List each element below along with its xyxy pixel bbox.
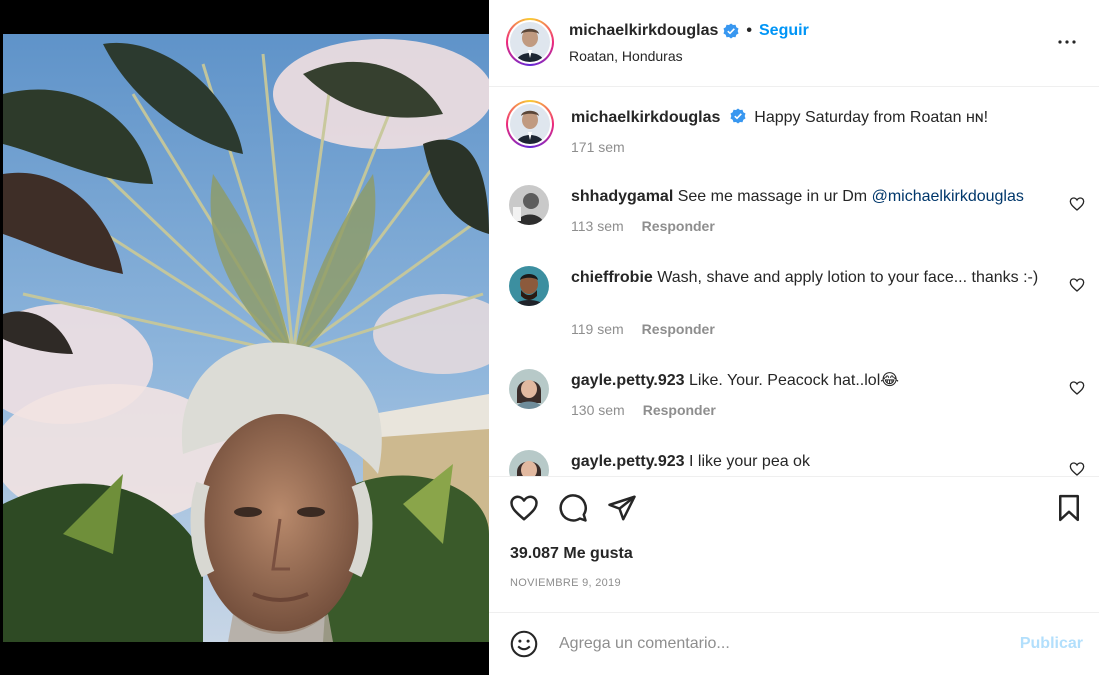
publish-button[interactable]: Publicar	[1020, 635, 1083, 653]
comment-like-heart-icon[interactable]	[1069, 380, 1085, 396]
caption-avatar[interactable]	[506, 100, 554, 148]
caption-text: Happy Saturday from Roatan ʜɴ!	[754, 109, 989, 126]
reply-button[interactable]: Responder	[643, 402, 716, 418]
comment-like-heart-icon[interactable]	[1069, 196, 1085, 212]
comment-text-block: shhadygamal See me massage in ur Dm @mic…	[571, 185, 1051, 208]
paper-plane-icon[interactable]	[607, 493, 637, 523]
author-avatar[interactable]	[506, 18, 554, 66]
add-comment-bar: Publicar	[489, 612, 1099, 675]
header-user-line: michaelkirkdouglas • Seguir	[569, 22, 809, 40]
follow-button[interactable]: Seguir	[759, 22, 809, 40]
comment-item: gayle.petty.923 Like. Your. Peacock hat.…	[489, 357, 1099, 437]
verified-badge-icon	[723, 23, 739, 39]
commenter-avatar[interactable]	[509, 450, 549, 476]
comment-username[interactable]: shhadygamal	[571, 188, 673, 205]
post-photo	[3, 34, 489, 642]
caption-meta: 171 sem	[571, 139, 625, 155]
smiley-emoji-icon[interactable]	[510, 630, 538, 658]
comment-time[interactable]: 113 sem	[571, 218, 624, 234]
comment-username[interactable]: chieffrobie	[571, 269, 653, 286]
post-date[interactable]: NOVIEMBRE 9, 2019	[510, 577, 621, 589]
post-header: michaelkirkdouglas • Seguir Roatan, Hond…	[489, 0, 1099, 87]
caption-username[interactable]: michaelkirkdouglas	[571, 109, 720, 126]
commenter-avatar[interactable]	[509, 185, 549, 225]
reply-button[interactable]: Responder	[642, 218, 715, 234]
post-actions: 39.087 Me gusta NOVIEMBRE 9, 2019	[489, 476, 1099, 612]
comment-meta: 119 sem Responder	[571, 321, 715, 337]
comment-like-heart-icon[interactable]	[1069, 277, 1085, 293]
comment-item: gayle.petty.923 I like your pea ok	[489, 438, 1099, 476]
reply-button[interactable]: Responder	[642, 321, 715, 337]
comment-bubble-icon[interactable]	[558, 493, 588, 523]
comment-username[interactable]: gayle.petty.923	[571, 453, 685, 470]
comment-item: shhadygamal See me massage in ur Dm @mic…	[489, 173, 1099, 253]
comment-meta: 113 sem Responder	[571, 218, 715, 234]
comment-input[interactable]	[559, 629, 999, 659]
caption-text-block: michaelkirkdouglas Happy Saturday from R…	[571, 106, 1051, 129]
comment-time[interactable]: 130 sem	[571, 402, 625, 418]
comment-text: Wash, shave and apply lotion to your fac…	[657, 269, 1039, 286]
more-horizontal-icon[interactable]	[1055, 30, 1079, 54]
post-media	[0, 0, 489, 675]
caption-time[interactable]: 171 sem	[571, 139, 625, 155]
comment-time[interactable]: 119 sem	[571, 321, 624, 337]
comment-text: Like. Your. Peacock hat..lol😂	[689, 372, 899, 389]
caption-item: michaelkirkdouglas Happy Saturday from R…	[489, 88, 1099, 168]
comment-text-block: gayle.petty.923 I like your pea ok	[571, 450, 1051, 473]
commenter-avatar[interactable]	[509, 266, 549, 306]
commenter-avatar[interactable]	[509, 369, 549, 409]
heart-icon[interactable]	[509, 493, 539, 523]
comment-text: See me massage in ur Dm	[677, 188, 872, 205]
comment-meta: 130 sem Responder	[571, 402, 716, 418]
comment-username[interactable]: gayle.petty.923	[571, 372, 685, 389]
comments-list[interactable]: michaelkirkdouglas Happy Saturday from R…	[489, 88, 1099, 476]
comment-item: chieffrobie Wash, shave and apply lotion…	[489, 254, 1099, 354]
comment-text-block: chieffrobie Wash, shave and apply lotion…	[571, 266, 1051, 289]
separator-dot: •	[746, 22, 752, 39]
post-location[interactable]: Roatan, Honduras	[569, 48, 683, 64]
post-sidebar: michaelkirkdouglas • Seguir Roatan, Hond…	[489, 0, 1099, 675]
bookmark-icon[interactable]	[1054, 493, 1084, 523]
verified-badge-icon	[730, 108, 746, 124]
likes-count[interactable]: 39.087 Me gusta	[510, 545, 633, 563]
comment-mention[interactable]: @michaelkirkdouglas	[872, 188, 1024, 205]
comment-text: I like your pea ok	[689, 453, 810, 470]
comment-text-block: gayle.petty.923 Like. Your. Peacock hat.…	[571, 369, 1051, 392]
author-username[interactable]: michaelkirkdouglas	[569, 22, 718, 40]
comment-like-heart-icon[interactable]	[1069, 461, 1085, 476]
